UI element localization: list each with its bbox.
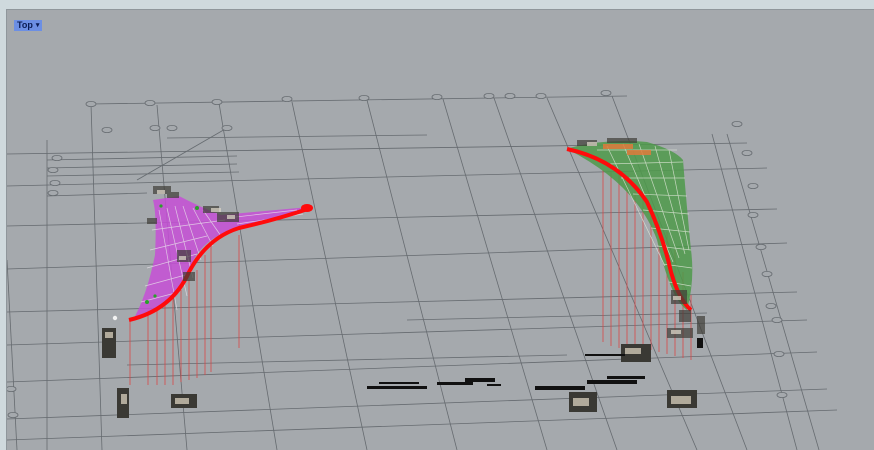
dropdown-arrow-icon[interactable]: ▾ bbox=[36, 20, 40, 31]
structural-grid bbox=[7, 95, 838, 450]
left-shell-surface bbox=[112, 186, 313, 322]
top-viewport[interactable]: Top ▾ bbox=[6, 9, 874, 450]
right-shell-surface bbox=[566, 138, 705, 338]
scene-canvas[interactable] bbox=[7, 10, 874, 450]
viewport-name: Top bbox=[17, 20, 33, 30]
viewport-title-tab[interactable]: Top ▾ bbox=[14, 20, 43, 31]
